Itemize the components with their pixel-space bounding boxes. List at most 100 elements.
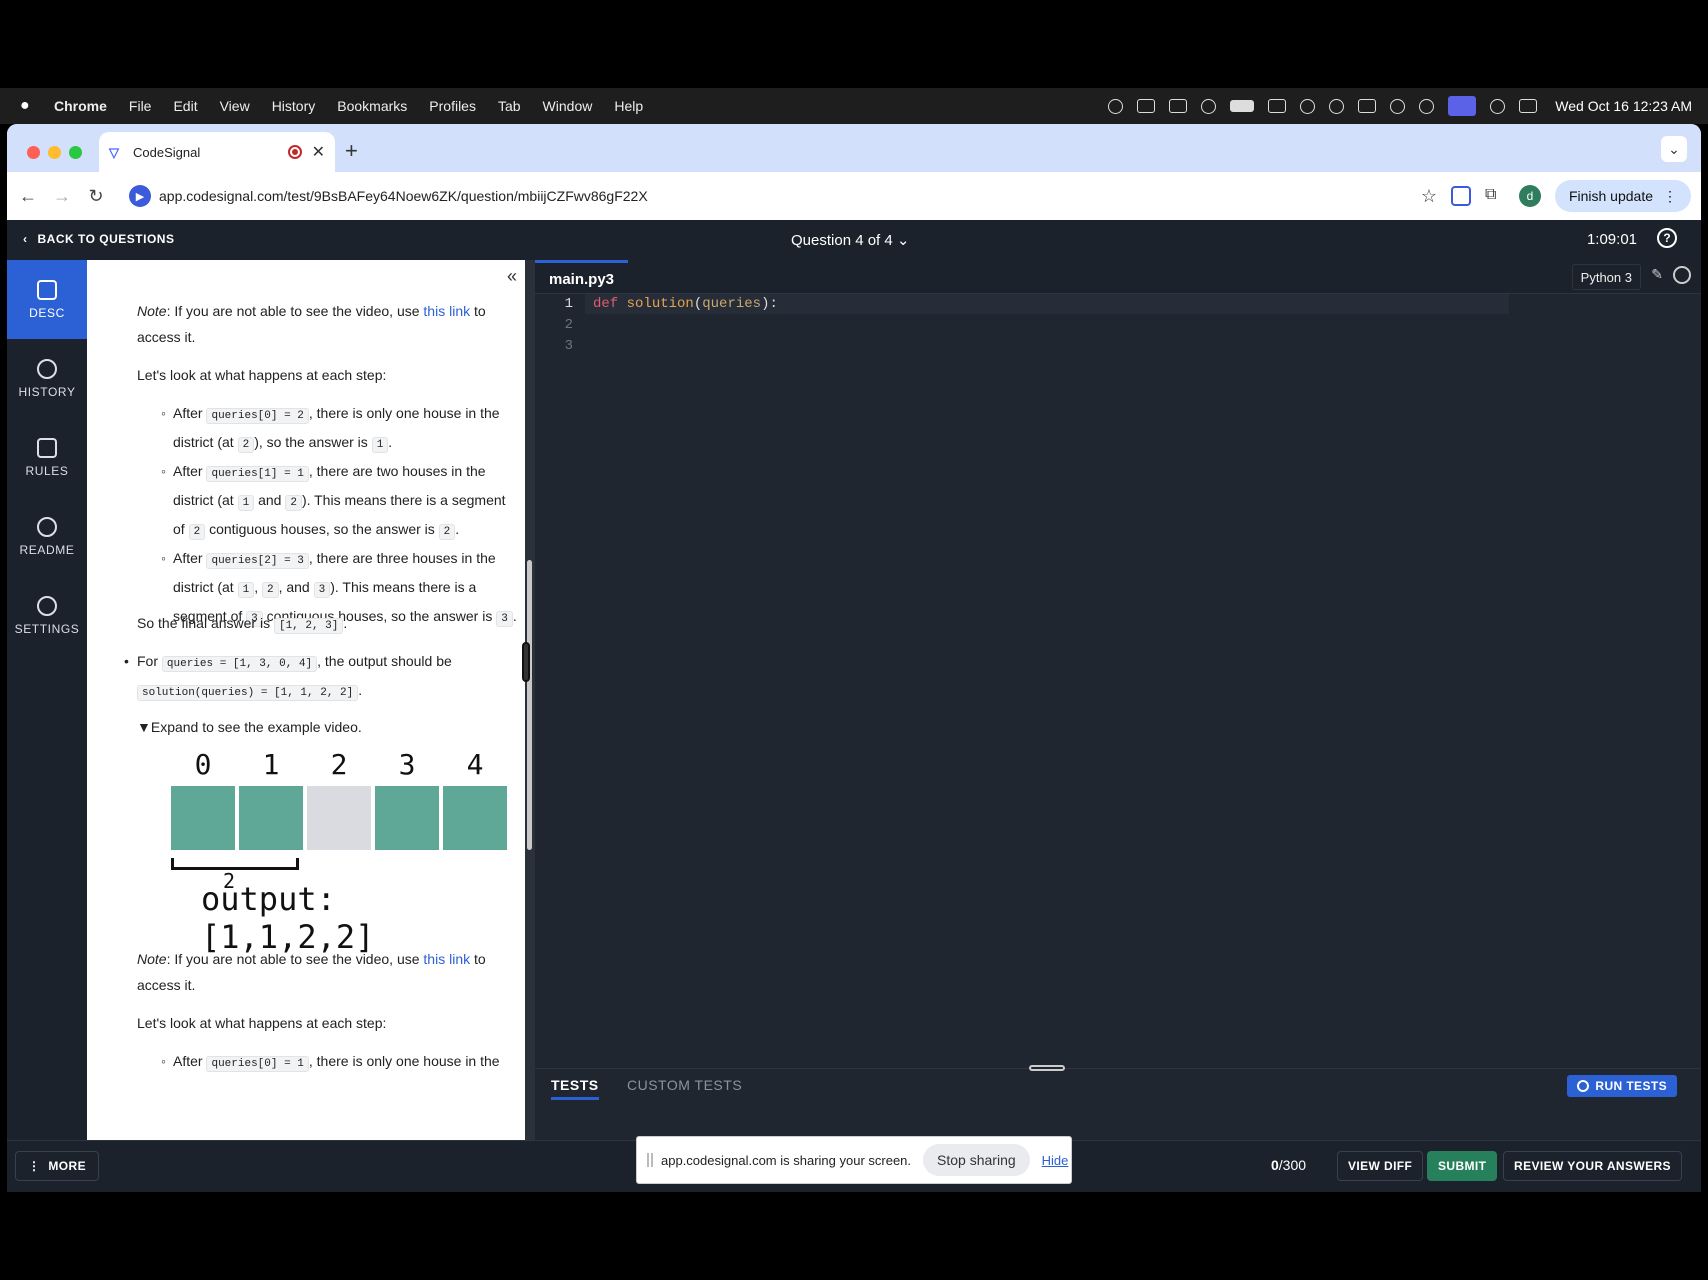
- close-tab-icon[interactable]: ✕: [312, 142, 325, 162]
- control-center-icon[interactable]: [1519, 99, 1538, 113]
- screen: ● Chrome File Edit View History Bookmark…: [0, 0, 1708, 1280]
- url-text[interactable]: app.codesignal.com/test/9BsBAFey64Noew6Z…: [159, 188, 648, 204]
- input-source-icon[interactable]: [1169, 99, 1188, 113]
- code-editor[interactable]: main.py3 Python 3 ✎ 1 2 3 def solution(q…: [535, 260, 1701, 1068]
- house-cell: [239, 786, 303, 850]
- gear-icon: [37, 595, 57, 616]
- menu-app[interactable]: Chrome: [54, 98, 107, 114]
- list-item: After queries[0] = 1, there is only one …: [161, 1048, 519, 1077]
- info-icon: [37, 516, 57, 537]
- code-line-1[interactable]: def solution(queries):: [593, 294, 778, 315]
- inline-code: solution(queries) = [1, 1, 2, 2]: [137, 685, 359, 701]
- example-text: , the output should be: [317, 653, 452, 669]
- tests-resize-handle[interactable]: [1029, 1065, 1065, 1071]
- kebab-menu-icon: ⋮: [1663, 187, 1677, 204]
- step-text: contiguous houses, so the answer is: [205, 521, 439, 537]
- more-button[interactable]: ⋮ MORE: [15, 1151, 100, 1181]
- play-icon[interactable]: [1108, 98, 1124, 114]
- language-selector[interactable]: Python 3: [1571, 264, 1641, 290]
- address-bar[interactable]: ▶ app.codesignal.com/test/9BsBAFey64Noew…: [127, 180, 1443, 212]
- screen-capture-icon[interactable]: ▶: [129, 185, 151, 207]
- nav-desc[interactable]: DESC: [7, 260, 87, 339]
- screen-share-icon[interactable]: [1448, 96, 1477, 116]
- user-icon[interactable]: [1201, 98, 1217, 114]
- pencil-icon[interactable]: ✎: [1651, 266, 1663, 283]
- minimize-window-button[interactable]: [48, 146, 61, 159]
- cloud-icon[interactable]: [1300, 98, 1316, 114]
- apple-icon[interactable]: ●: [20, 98, 36, 114]
- menu-window[interactable]: Window: [543, 98, 593, 114]
- drag-grip-icon[interactable]: [647, 1153, 653, 1167]
- house-cell: [443, 786, 507, 850]
- kebab-icon: ⋮: [28, 1159, 41, 1173]
- submit-button[interactable]: SUBMIT: [1427, 1151, 1498, 1181]
- zoom-window-button[interactable]: [69, 146, 82, 159]
- video-link[interactable]: this link: [423, 303, 470, 319]
- description-panel[interactable]: « Note: If you are not able to see the v…: [87, 260, 525, 1140]
- stop-sharing-button[interactable]: Stop sharing: [923, 1144, 1030, 1176]
- finish-update-button[interactable]: Finish update ⋮: [1554, 180, 1691, 212]
- collapse-panel-icon[interactable]: «: [507, 266, 517, 287]
- code-paren: (: [693, 296, 703, 312]
- help-icon[interactable]: ?: [1657, 228, 1677, 248]
- reload-icon[interactable]: ↻: [79, 186, 113, 207]
- menu-tab[interactable]: Tab: [498, 98, 521, 114]
- nav-history[interactable]: HISTORY: [7, 339, 87, 418]
- scroll-thumb[interactable]: [527, 560, 532, 850]
- new-tab-icon[interactable]: +: [345, 138, 358, 164]
- tab-custom-tests[interactable]: CUSTOM TESTS: [627, 1077, 742, 1093]
- battery-icon[interactable]: [1230, 100, 1255, 112]
- translate-icon[interactable]: [1490, 98, 1506, 114]
- video-link-2[interactable]: this link: [423, 951, 470, 967]
- run-tests-button[interactable]: RUN TESTS: [1567, 1075, 1677, 1097]
- toolbar-actions: ⧉ d Finish update ⋮: [1450, 180, 1691, 212]
- wifi-icon[interactable]: [1390, 98, 1406, 114]
- nav-settings[interactable]: SETTINGS: [7, 576, 87, 655]
- reset-code-icon[interactable]: [1673, 266, 1691, 284]
- menu-help[interactable]: Help: [614, 98, 643, 114]
- nav-rules[interactable]: RULES: [7, 418, 87, 497]
- review-answers-button[interactable]: REVIEW YOUR ANSWERS: [1503, 1151, 1682, 1181]
- close-window-button[interactable]: [27, 146, 40, 159]
- grid-icon[interactable]: [1137, 99, 1156, 113]
- menubar-clock[interactable]: Wed Oct 16 12:23 AM: [1555, 98, 1692, 114]
- cloud-error-icon[interactable]: [1329, 98, 1345, 114]
- expand-video-toggle[interactable]: ▼Expand to see the example video.: [137, 714, 513, 740]
- file-tab-main[interactable]: main.py3: [535, 260, 629, 294]
- wechat-icon[interactable]: [1419, 98, 1435, 114]
- browser-tab-codesignal[interactable]: ▽ CodeSignal ✕: [99, 132, 335, 172]
- nav-readme[interactable]: README: [7, 497, 87, 576]
- forward-arrow-icon[interactable]: →: [45, 186, 79, 207]
- line-number: 2: [564, 317, 573, 333]
- house-cell: [307, 786, 371, 850]
- menu-view[interactable]: View: [220, 98, 250, 114]
- menu-edit[interactable]: Edit: [173, 98, 197, 114]
- question-selector[interactable]: Question 4 of 4 ⌄: [791, 231, 909, 249]
- line-gutter: 1 2 3: [535, 294, 583, 357]
- example-text: .: [358, 682, 363, 698]
- panel-resize-handle[interactable]: [522, 642, 530, 682]
- side-nav: DESC HISTORY RULES README SETTINGS: [7, 260, 87, 1140]
- step-text: .: [388, 434, 393, 450]
- profile-avatar[interactable]: d: [1518, 185, 1541, 207]
- back-arrow-icon[interactable]: ←: [11, 186, 45, 207]
- menu-history[interactable]: History: [272, 98, 316, 114]
- description-scrollbar[interactable]: [525, 260, 535, 1140]
- menu-bookmarks[interactable]: Bookmarks: [337, 98, 407, 114]
- puzzle-extensions-icon[interactable]: ⧉: [1485, 186, 1505, 206]
- menu-profiles[interactable]: Profiles: [429, 98, 476, 114]
- calendar-grid-icon[interactable]: [1268, 99, 1287, 113]
- chevron-down-icon: ⌄: [896, 232, 910, 249]
- extension-icon[interactable]: [1450, 186, 1471, 206]
- menu-file[interactable]: File: [129, 98, 152, 114]
- display-icon[interactable]: [1358, 99, 1377, 113]
- back-to-questions-button[interactable]: ‹ BACK TO QUESTIONS: [23, 232, 174, 246]
- bookmark-star-icon[interactable]: ☆: [1421, 186, 1437, 207]
- clock-icon: [37, 358, 57, 379]
- hide-link[interactable]: Hide: [1042, 1153, 1069, 1168]
- nav-rules-label: RULES: [25, 463, 69, 478]
- tab-search-icon[interactable]: ⌄: [1661, 136, 1687, 162]
- tab-tests[interactable]: TESTS: [551, 1077, 599, 1100]
- inline-code: queries[0] = 1: [206, 1056, 309, 1072]
- view-diff-button[interactable]: VIEW DIFF: [1337, 1151, 1424, 1181]
